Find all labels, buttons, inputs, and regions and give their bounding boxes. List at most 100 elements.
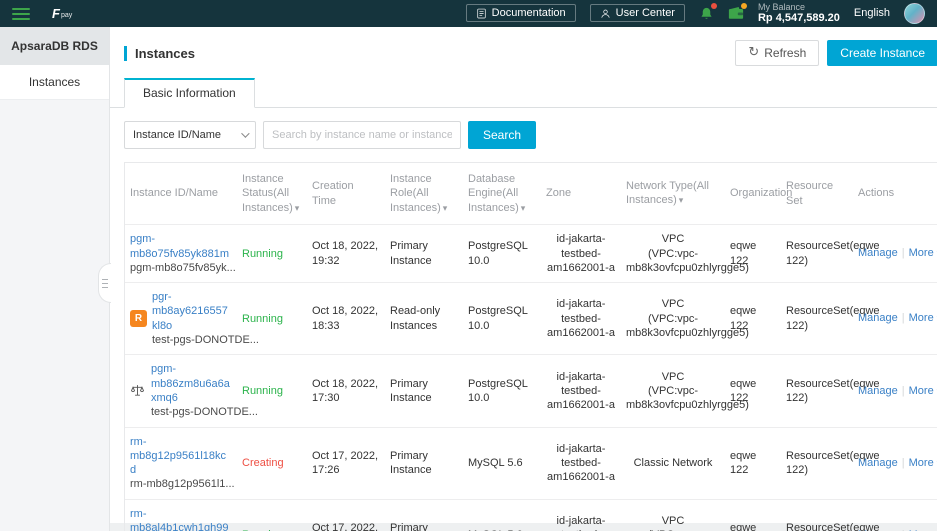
search-field-select[interactable]: Instance ID/Name — [124, 121, 256, 149]
instances-table: Instance ID/Name Instance Status(All Ins… — [124, 162, 937, 531]
balance-block[interactable]: My Balance Rp 4,547,589.20 — [758, 2, 840, 25]
action-separator: | — [902, 457, 905, 469]
column-instance-status[interactable]: Instance Status(All Instances)▾ — [237, 163, 307, 225]
column-resource-set: Resource Set — [781, 163, 853, 225]
user-icon — [600, 8, 611, 19]
more-link[interactable]: More ▾ — [909, 312, 937, 324]
table-row: R rm-mb8g12p9561l18kcd rm-mb8g12p9561l1.… — [125, 427, 937, 499]
language-switcher[interactable]: English — [854, 7, 890, 19]
creation-time: Oct 18, 2022, 19:32 — [307, 225, 385, 283]
table-row: R pgm-mb8o75fv85yk881m pgm-mb8o75fv85yk.… — [125, 225, 937, 283]
manage-link[interactable]: Manage — [858, 385, 898, 397]
database-engine: MySQL 5.6 — [463, 427, 541, 499]
more-link[interactable]: More ▾ — [909, 457, 937, 469]
organization: eqwe 122 — [725, 427, 781, 499]
instance-role: Primary Instance — [385, 225, 463, 283]
column-database-engine[interactable]: Database Engine(All Instances)▾ — [463, 163, 541, 225]
creation-time: Oct 17, 2022, 17:26 — [307, 427, 385, 499]
creation-time: Oct 17, 2022, 12:24 — [307, 499, 385, 531]
column-actions: Actions — [853, 163, 937, 225]
instances-card: Instances ↻ Refresh Create Instance Basi… — [110, 27, 937, 523]
column-instance-role[interactable]: Instance Role(All Instances)▾ — [385, 163, 463, 225]
resource-set: ResourceSet(eqwe 122) — [781, 499, 853, 531]
instance-status: Running — [242, 313, 283, 325]
instance-role: Primary Instance — [385, 499, 463, 531]
main-content: Instances ↻ Refresh Create Instance Basi… — [110, 27, 937, 531]
database-engine: MySQL 5.6 — [463, 499, 541, 531]
balance-label: My Balance — [758, 2, 840, 12]
column-instance-id: Instance ID/Name — [125, 163, 237, 225]
resource-set: ResourceSet(eqwe 122) — [781, 283, 853, 355]
resource-set: ResourceSet(eqwe 122) — [781, 225, 853, 283]
instance-id-link[interactable]: pgr-mb8ay6216557kl8o — [152, 290, 232, 333]
manage-link[interactable]: Manage — [858, 247, 898, 259]
database-engine: PostgreSQL 10.0 — [463, 283, 541, 355]
action-separator: | — [902, 385, 905, 397]
filter-caret-icon: ▾ — [295, 204, 300, 214]
zone: id-jakarta- testbed- am1662001-a — [541, 225, 621, 283]
table-row: R pgm-mb86zm8u6a6axmq6 test-pgs-DONOTDE.… — [125, 355, 937, 427]
network-type: VPC (VPC:vpc- mb8k3ovfcpu0zhlyrgge5) — [621, 355, 725, 427]
notification-badge-dot — [711, 3, 717, 9]
network-type: Classic Network — [621, 427, 725, 499]
zone: id-jakarta- testbed- am1662001-a — [541, 427, 621, 499]
balance-value: Rp 4,547,589.20 — [758, 12, 840, 25]
instance-id-link[interactable]: pgm-mb86zm8u6a6axmq6 — [151, 362, 232, 405]
creation-time: Oct 18, 2022, 17:30 — [307, 355, 385, 427]
manage-link[interactable]: Manage — [858, 312, 898, 324]
instance-name: rm-mb8g12p9561l1... — [130, 478, 235, 490]
instance-name: pgm-mb8o75fv85yk... — [130, 262, 236, 274]
column-network-type[interactable]: Network Type(All Instances)▾ — [621, 163, 725, 225]
action-separator: | — [902, 247, 905, 259]
database-engine: PostgreSQL 10.0 — [463, 355, 541, 427]
instance-id-link[interactable]: rm-mb8g12p9561l18kcd — [130, 435, 232, 478]
organization: eqwe 122 — [725, 499, 781, 531]
refresh-button[interactable]: ↻ Refresh — [735, 40, 819, 66]
instance-status: Running — [242, 248, 283, 260]
wallet-badge-dot — [741, 3, 747, 9]
tab-basic-information[interactable]: Basic Information — [124, 78, 255, 108]
brand-logo[interactable]: F pay — [52, 7, 72, 20]
hamburger-menu-icon[interactable] — [12, 8, 30, 20]
organization: eqwe 122 — [725, 355, 781, 427]
topbar: F pay Documentation User Center My Balan… — [0, 0, 937, 27]
user-center-label: User Center — [616, 7, 675, 19]
instance-role: Primary Instance — [385, 427, 463, 499]
brand-logo-text: pay — [61, 11, 72, 20]
search-button[interactable]: Search — [468, 121, 536, 149]
more-link[interactable]: More ▾ — [909, 385, 937, 397]
more-link[interactable]: More ▾ — [909, 247, 937, 259]
documentation-button[interactable]: Documentation — [466, 4, 576, 22]
search-input[interactable] — [263, 121, 461, 149]
resource-set: ResourceSet(eqwe 122) — [781, 355, 853, 427]
document-icon — [476, 8, 487, 19]
instance-status: Creating — [242, 457, 284, 469]
sidebar-item-instances[interactable]: Instances — [0, 65, 109, 100]
filter-caret-icon: ▾ — [679, 196, 684, 206]
instance-id-link[interactable]: rm-mb8al4b1cwh1qh996 — [130, 507, 232, 531]
read-write-splitting-icon — [130, 383, 146, 399]
instance-role: Primary Instance — [385, 355, 463, 427]
user-avatar[interactable] — [904, 3, 925, 24]
database-engine: PostgreSQL 10.0 — [463, 225, 541, 283]
user-center-button[interactable]: User Center — [590, 4, 685, 22]
sidebar-collapse-handle[interactable] — [98, 263, 111, 303]
zone: id-jakarta- testbed- am1662001-a — [541, 499, 621, 531]
instance-table-body: R pgm-mb8o75fv85yk881m pgm-mb8o75fv85yk.… — [125, 225, 937, 531]
page-title: Instances — [124, 46, 195, 61]
instance-id-link[interactable]: pgm-mb8o75fv85yk881m — [130, 232, 232, 261]
wallet-icon[interactable] — [728, 6, 744, 20]
documentation-label: Documentation — [492, 7, 566, 19]
create-instance-button[interactable]: Create Instance — [827, 40, 937, 66]
notification-bell-icon[interactable] — [699, 6, 714, 21]
instance-status: Running — [242, 385, 283, 397]
manage-link[interactable]: Manage — [858, 457, 898, 469]
creation-time: Oct 18, 2022, 18:33 — [307, 283, 385, 355]
column-organization: Organization — [725, 163, 781, 225]
table-row: R pgr-mb8ay6216557kl8o test-pgs-DONOTDE.… — [125, 283, 937, 355]
instance-role: Read-only Instances — [385, 283, 463, 355]
instance-name: test-pgs-DONOTDE... — [151, 406, 258, 418]
instance-name: test-pgs-DONOTDE... — [152, 334, 259, 346]
column-creation-time: Creation Time — [307, 163, 385, 225]
table-header-row: Instance ID/Name Instance Status(All Ins… — [125, 163, 937, 225]
